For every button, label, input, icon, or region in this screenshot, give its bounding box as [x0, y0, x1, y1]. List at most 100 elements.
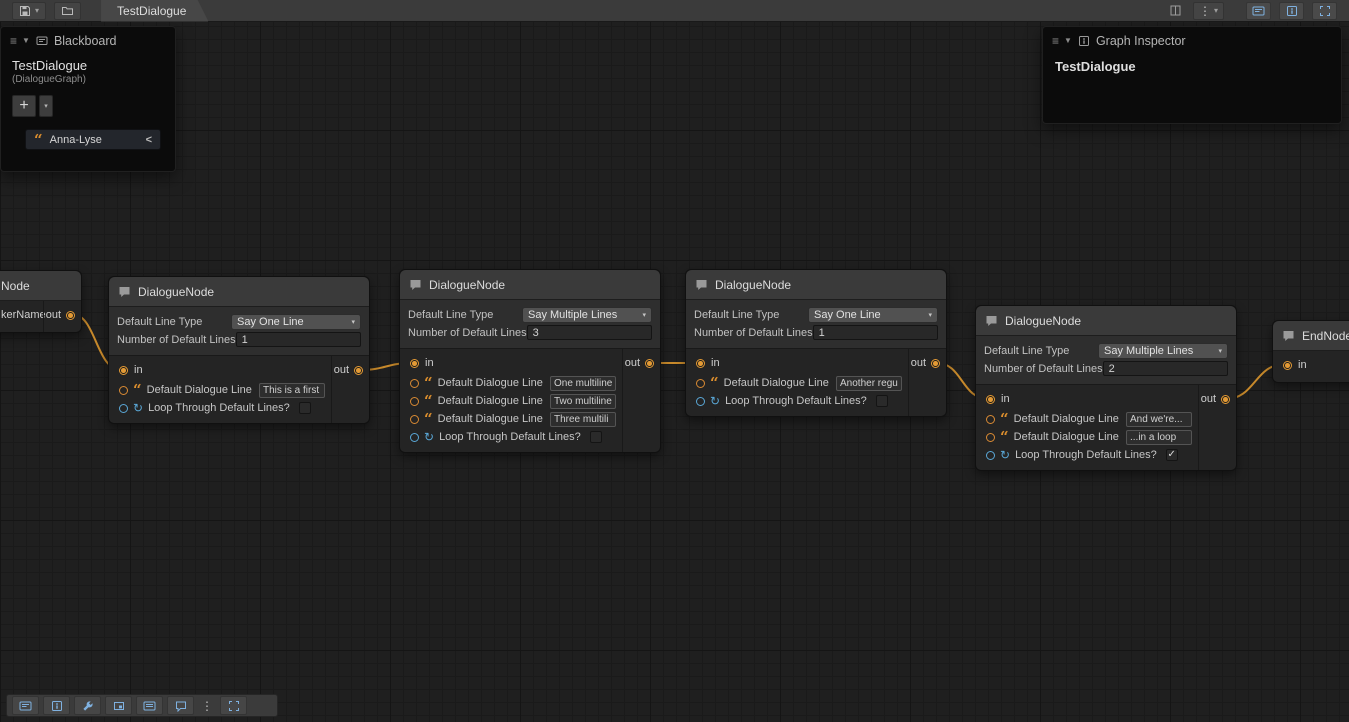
line-type-dropdown[interactable]: Say One Line ▾	[808, 307, 938, 323]
num-lines-input[interactable]: 3	[527, 325, 652, 340]
num-lines-input[interactable]: 1	[813, 325, 938, 340]
drag-handle-icon[interactable]: ≡	[1052, 35, 1058, 47]
loop-port[interactable]	[986, 451, 995, 460]
dialogue-line-input[interactable]: One multiline	[550, 376, 616, 391]
dialogue-preview-button[interactable]	[167, 696, 194, 715]
node-title: Node	[1, 279, 30, 293]
more-options-button[interactable]: ⋮ ▾	[1193, 2, 1224, 20]
tools-button[interactable]	[74, 696, 101, 715]
dialogue-graph-window: Node kerName out DialogueNode Default	[0, 0, 1349, 722]
layout-button[interactable]	[1167, 3, 1185, 19]
num-lines-label: Number of Default Lines	[117, 334, 236, 346]
fullscreen-button[interactable]	[220, 696, 247, 715]
bottom-toolbar: ⋮	[6, 694, 278, 717]
end-node[interactable]: EndNode in	[1272, 320, 1349, 383]
drag-handle-icon[interactable]: ≡	[10, 35, 16, 47]
more-options-button[interactable]: ⋮	[198, 696, 216, 715]
line-type-dropdown[interactable]: Say Multiple Lines ▾	[522, 307, 652, 323]
dialogue-line-input[interactable]: Two multiline	[550, 394, 616, 409]
node-title: DialogueNode	[429, 278, 505, 292]
node-title: DialogueNode	[138, 285, 214, 299]
loop-port[interactable]	[696, 397, 705, 406]
field-port[interactable]	[696, 379, 705, 388]
input-port[interactable]	[1283, 361, 1292, 370]
minimap-toggle-button[interactable]	[105, 696, 132, 715]
blackboard-icon	[19, 700, 32, 712]
node-title-bar[interactable]: DialogueNode	[400, 270, 660, 300]
node-title-bar[interactable]: EndNode	[1273, 321, 1349, 351]
output-port[interactable]	[645, 359, 654, 368]
open-asset-button[interactable]	[54, 2, 81, 20]
property-name: Anna-Lyse	[50, 134, 102, 146]
field-port[interactable]	[410, 379, 419, 388]
dialogue-node-3[interactable]: DialogueNode Default Line Type Say One L…	[685, 269, 947, 417]
input-port[interactable]	[410, 359, 419, 368]
loop-port[interactable]	[119, 404, 128, 413]
start-node[interactable]: Node kerName out	[0, 270, 82, 333]
input-port[interactable]	[119, 366, 128, 375]
dialogue-line-input[interactable]: Three multili	[550, 412, 616, 427]
blackboard-icon	[36, 35, 48, 47]
output-port[interactable]	[66, 311, 75, 320]
panel-title: Graph Inspector	[1096, 34, 1186, 48]
num-lines-label: Number of Default Lines	[408, 327, 527, 339]
num-lines-input[interactable]: 1	[236, 332, 361, 347]
output-port[interactable]	[354, 366, 363, 375]
blackboard-header[interactable]: ≡ ▼ Blackboard	[1, 27, 175, 53]
loop-checkbox[interactable]	[299, 402, 311, 414]
field-port[interactable]	[119, 386, 128, 395]
chevron-down-icon: ▾	[928, 311, 932, 319]
dialogue-line-input[interactable]: And we're...	[1126, 412, 1192, 427]
blackboard-panel-button[interactable]	[136, 696, 163, 715]
node-title-bar[interactable]: Node	[0, 271, 81, 301]
chevron-down-icon: ▾	[642, 311, 646, 319]
input-port[interactable]	[986, 395, 995, 404]
field-port[interactable]	[410, 415, 419, 424]
input-port[interactable]	[696, 359, 705, 368]
dialogue-line-input[interactable]: ...in a loop	[1126, 430, 1192, 445]
blackboard-toggle-button[interactable]	[1246, 2, 1271, 20]
line-type-dropdown[interactable]: Say Multiple Lines ▾	[1098, 343, 1228, 359]
blackboard-panel[interactable]: ≡ ▼ Blackboard TestDialogue (DialogueGra…	[0, 26, 176, 172]
blackboard-toggle-button[interactable]	[12, 696, 39, 715]
inspector-icon	[1078, 35, 1090, 47]
foldout-icon[interactable]: ▼	[1064, 37, 1072, 45]
graph-inspector-panel[interactable]: ≡ ▼ Graph Inspector TestDialogue	[1042, 26, 1342, 124]
fullscreen-toggle-button[interactable]	[1312, 2, 1337, 20]
output-port[interactable]	[1221, 395, 1230, 404]
blackboard-property-row[interactable]: “ Anna-Lyse <	[25, 129, 161, 150]
graph-inspector-toggle-button[interactable]	[1279, 2, 1304, 20]
check-icon: ✓	[1168, 450, 1176, 460]
loop-port[interactable]	[410, 433, 419, 442]
add-property-dropdown[interactable]: ▾	[39, 95, 53, 117]
dialogue-node-1[interactable]: DialogueNode Default Line Type Say One L…	[108, 276, 370, 424]
node-title-bar[interactable]: DialogueNode	[976, 306, 1236, 336]
field-port[interactable]	[986, 433, 995, 442]
field-port[interactable]	[410, 397, 419, 406]
num-lines-input[interactable]: 2	[1103, 361, 1228, 376]
dialogue-node-2[interactable]: DialogueNode Default Line Type Say Multi…	[399, 269, 661, 453]
quote-icon: “	[424, 399, 433, 407]
inspector-icon	[1286, 5, 1298, 17]
graph-inspector-toggle-button[interactable]	[43, 696, 70, 715]
add-property-button[interactable]: +	[12, 95, 36, 117]
line-type-label: Default Line Type	[694, 309, 779, 321]
dialogue-line-input[interactable]: This is a first	[259, 383, 325, 398]
output-port[interactable]	[931, 359, 940, 368]
loop-checkbox[interactable]	[876, 395, 888, 407]
graph-tab[interactable]: TestDialogue	[101, 0, 208, 22]
dialogue-line-input[interactable]: Another regu	[836, 376, 902, 391]
loop-checkbox[interactable]	[590, 431, 602, 443]
blackboard-icon	[1252, 5, 1265, 17]
dialogue-node-icon	[695, 278, 708, 291]
line-type-dropdown[interactable]: Say One Line ▾	[231, 314, 361, 330]
save-button[interactable]: ▾	[12, 2, 46, 20]
loop-checkbox-checked[interactable]: ✓	[1166, 449, 1178, 461]
collapse-chevron-icon[interactable]: <	[146, 134, 152, 146]
foldout-icon[interactable]: ▼	[22, 37, 30, 45]
node-title-bar[interactable]: DialogueNode	[109, 277, 369, 307]
node-title-bar[interactable]: DialogueNode	[686, 270, 946, 300]
graph-inspector-header[interactable]: ≡ ▼ Graph Inspector	[1043, 27, 1341, 53]
field-port[interactable]	[986, 415, 995, 424]
dialogue-node-4[interactable]: DialogueNode Default Line Type Say Multi…	[975, 305, 1237, 471]
